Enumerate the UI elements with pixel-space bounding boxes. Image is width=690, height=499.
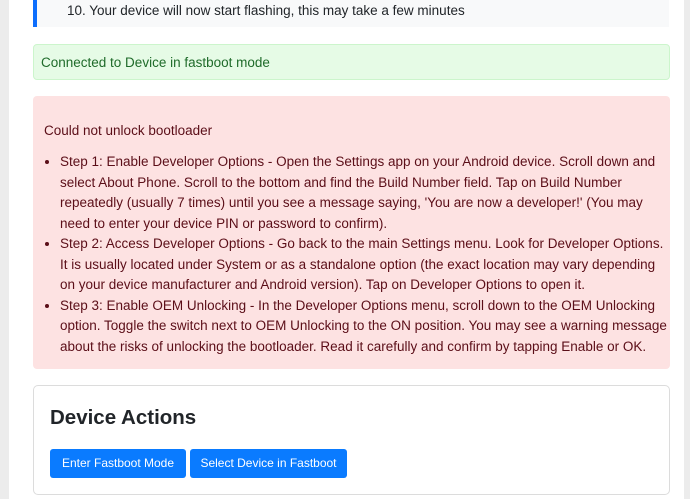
- list-item: Step 3: Enable OEM Unlocking - In the De…: [60, 296, 673, 358]
- device-actions-card: Device Actions Enter Fastboot Mode Selec…: [33, 385, 670, 495]
- page-content: 10. Your device will now start flashing,…: [9, 0, 684, 499]
- device-actions-title: Device Actions: [50, 406, 197, 429]
- list-item: Step 1: Enable Developer Options - Open …: [60, 152, 673, 234]
- enter-fastboot-button[interactable]: Enter Fastboot Mode: [50, 449, 186, 478]
- flash-step-box: 10. Your device will now start flashing,…: [33, 0, 669, 27]
- select-device-button[interactable]: Select Device in Fastboot: [190, 449, 347, 478]
- error-title: Could not unlock bootloader: [44, 123, 213, 138]
- connection-status-alert: Connected to Device in fastboot mode: [33, 44, 670, 80]
- unlock-steps-list: Step 1: Enable Developer Options - Open …: [44, 152, 673, 357]
- flash-step-text: 10. Your device will now start flashing,…: [67, 3, 465, 18]
- list-item: Step 2: Access Developer Options - Go ba…: [60, 234, 673, 296]
- unlock-error-alert: Could not unlock bootloader Step 1: Enab…: [33, 96, 670, 369]
